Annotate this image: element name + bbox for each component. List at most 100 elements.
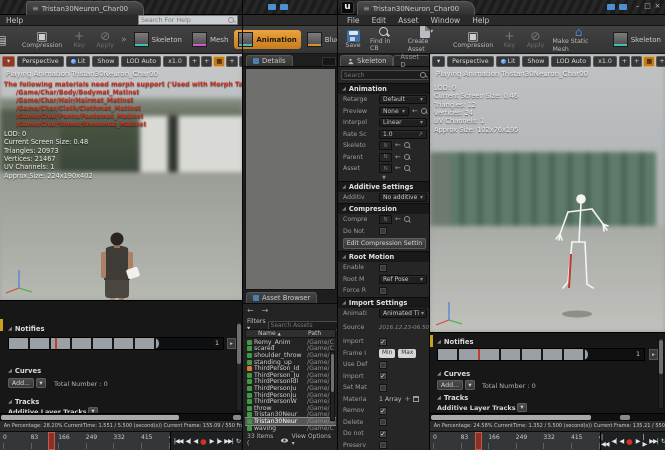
checkbox[interactable]	[379, 227, 387, 235]
character-model[interactable]	[86, 232, 150, 300]
panel-divider[interactable]	[242, 0, 243, 450]
browse-icon[interactable]	[404, 216, 411, 223]
play-reverse-button[interactable]: ◀	[618, 438, 624, 445]
property-dropdown[interactable]: Animated Ti▾	[379, 309, 427, 318]
menu-help[interactable]: Help	[466, 15, 495, 26]
apply-button[interactable]: ⊘Apply	[522, 29, 548, 50]
asset-row[interactable]: waving/Game/C	[245, 425, 336, 432]
forward-button[interactable]: →	[262, 306, 269, 315]
right-document-tab[interactable]: ≡ Tristan30Neuron_Char00	[357, 1, 475, 15]
help-search-box[interactable]	[138, 15, 238, 25]
checkbox[interactable]	[379, 287, 387, 295]
property-search-input[interactable]	[344, 72, 419, 79]
viewport-options-button[interactable]: ▾	[2, 56, 15, 67]
compression-button[interactable]: ▣Compression	[18, 29, 66, 50]
timeline-playhead[interactable]	[475, 432, 482, 450]
mode-skeleton-button[interactable]: Skeleton	[130, 30, 186, 49]
menu-window[interactable]: Window	[425, 15, 467, 26]
additive-tracks-dropdown[interactable]: ▾	[517, 403, 527, 412]
cut-toolbar-button[interactable]: ▤	[0, 33, 14, 47]
help-search-input[interactable]	[141, 17, 228, 24]
loop-button[interactable]: ↻	[660, 438, 665, 445]
go-to-start-button[interactable]: |◀◀	[173, 438, 184, 445]
tracks-header[interactable]: ◢ Tracks	[8, 398, 39, 406]
add-curve-dropdown[interactable]: ▾	[36, 378, 46, 388]
left-viewport[interactable]: ▾PerspectiveLitShowLOD Autox1.0++▦++ Pla…	[0, 54, 243, 300]
chevrons-icon[interactable]: »	[121, 35, 127, 45]
use-selected-icon[interactable]: ←	[395, 216, 401, 223]
play-button[interactable]: ▶	[209, 438, 215, 445]
close-button[interactable]: ×	[653, 2, 662, 10]
step-back-button[interactable]: ◀|	[185, 438, 192, 445]
notifies-track[interactable]: 1	[8, 337, 224, 350]
use-selected-icon[interactable]: ←	[395, 142, 401, 149]
right-panel-scrollbar[interactable]	[658, 337, 664, 409]
checkbox[interactable]	[379, 264, 387, 272]
section-header-import-settings[interactable]: ◢Import Settings	[338, 297, 430, 308]
left-timeline-ruler[interactable]: 083166249332415498 |◀◀◀|◀●▶|▶▶▶|↻	[0, 431, 243, 450]
notify-playhead[interactable]	[55, 338, 57, 349]
use-selected-icon[interactable]: ←	[395, 154, 401, 161]
help-bubble-icon[interactable]	[619, 4, 627, 10]
key-button[interactable]: +Key	[66, 29, 92, 50]
feedback-icon[interactable]	[607, 4, 615, 10]
asset-reference-box[interactable]: N	[379, 141, 392, 150]
notify-playhead[interactable]	[478, 349, 480, 360]
view-options-button[interactable]: View Options ▾	[292, 433, 335, 447]
skeleton-tree-tab[interactable]: Skeleton	[340, 55, 393, 66]
left-timeline-scrollbar[interactable]	[0, 413, 243, 420]
vp-lit-button[interactable]: Lit	[66, 56, 91, 67]
add-element-icon[interactable]: +	[405, 396, 411, 403]
loop-button[interactable]: ↻	[235, 438, 241, 445]
notify-track-segments[interactable]	[438, 349, 588, 360]
menu-help[interactable]: Help	[0, 15, 29, 26]
viewport-options-button[interactable]: ▾	[432, 56, 445, 67]
apply-button[interactable]: ⊘Apply	[92, 29, 118, 50]
rotate-icon[interactable]: +	[201, 56, 212, 67]
vp-lod-auto-button[interactable]: LOD Auto	[551, 56, 591, 67]
notifies-header[interactable]: ◢ Notifies	[8, 325, 45, 333]
tab-menu-icon[interactable]: ≡	[363, 4, 370, 13]
make-static-mesh-button[interactable]: ⌂Make Static Mesh	[548, 26, 608, 54]
checkbox[interactable]	[379, 361, 387, 369]
min-value-box[interactable]: Min	[379, 349, 395, 358]
add-curve-dropdown[interactable]: ▾	[465, 380, 475, 390]
notifies-header[interactable]: ◢ Notifies	[437, 338, 474, 346]
right-timeline-scrollbar[interactable]	[430, 413, 665, 420]
play-reverse-button[interactable]: ◀	[192, 438, 198, 445]
record-button[interactable]: ●	[199, 437, 208, 446]
record-button[interactable]: ●	[625, 437, 634, 446]
browse-icon[interactable]	[404, 165, 411, 172]
browse-icon[interactable]	[421, 108, 428, 115]
step-forward-button[interactable]: |▶	[641, 434, 647, 448]
view-options-eye-icon[interactable]	[281, 438, 288, 442]
asset-reference-box[interactable]: N	[379, 153, 392, 162]
track-expand-button[interactable]: ▸	[649, 349, 658, 360]
help-bubble-icon[interactable]	[280, 4, 288, 10]
max-value-box[interactable]: Max	[398, 349, 416, 358]
grid-snap-icon[interactable]: +	[656, 56, 665, 67]
vp-show-button[interactable]: Show	[522, 56, 549, 67]
vp-show-button[interactable]: Show	[92, 56, 119, 67]
compression-button[interactable]: ▣Compression	[450, 29, 497, 50]
maximize-button[interactable]: □	[643, 2, 652, 10]
asset-list-scrollbar[interactable]	[330, 351, 335, 421]
checkbox[interactable]: ✓	[379, 407, 387, 415]
save-button[interactable]: Save	[340, 29, 366, 50]
vp-lit-button[interactable]: Lit	[496, 56, 521, 67]
mode-animation-button[interactable]: Animation	[234, 30, 300, 49]
snap-icon[interactable]: ▦	[643, 56, 655, 67]
translate-icon[interactable]: +	[619, 56, 630, 67]
play-button[interactable]: ▶	[635, 438, 641, 445]
step-back-button[interactable]: ◀|	[611, 438, 618, 445]
panel-options-button[interactable]	[322, 57, 336, 66]
find-in-cb-button[interactable]: Find in CB	[366, 26, 404, 53]
browse-icon[interactable]	[404, 154, 411, 161]
column-header-path[interactable]: Path	[308, 330, 335, 337]
step-forward-button[interactable]: |▶	[215, 438, 222, 445]
property-dropdown[interactable]: Ref Pose▾	[379, 275, 427, 284]
back-button[interactable]: ←	[247, 306, 254, 315]
empty-array-icon[interactable]	[413, 396, 419, 402]
grid-snap-icon[interactable]: +	[226, 56, 237, 67]
go-to-end-button[interactable]: ▶▶|	[648, 438, 659, 445]
